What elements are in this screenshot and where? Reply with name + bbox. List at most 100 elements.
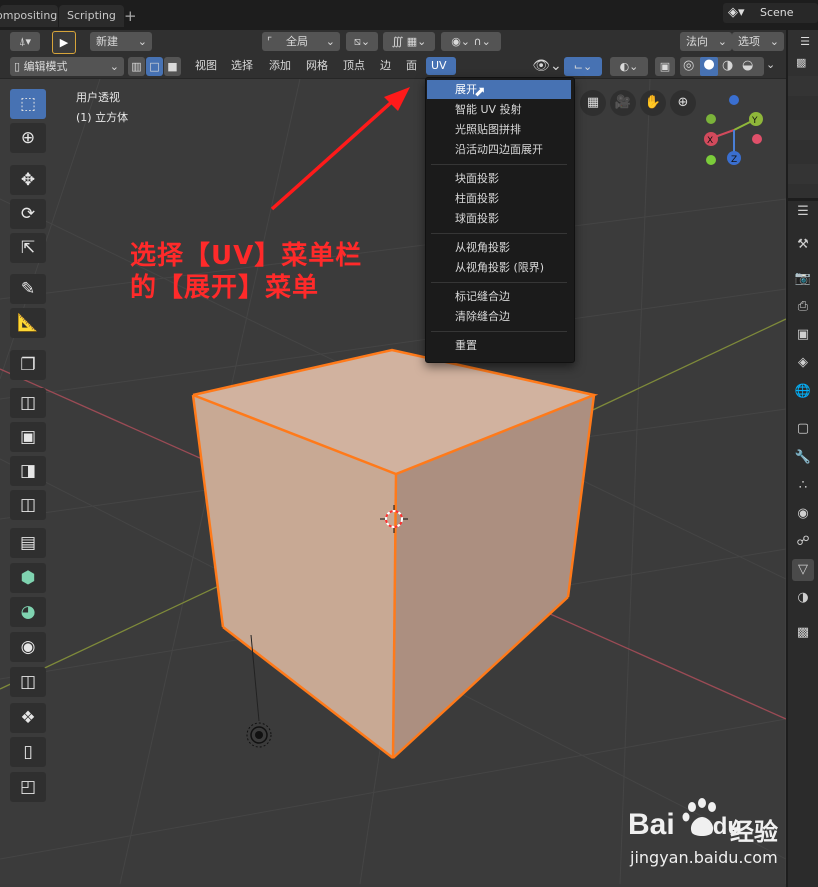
menu-item-reset[interactable]: 重置 <box>427 336 571 355</box>
3d-viewport[interactable]: X Y Z <box>0 79 786 884</box>
scale-tool-icon[interactable]: ⇱ <box>10 233 46 263</box>
loop-cut-tool-icon[interactable]: ◫ <box>10 490 46 520</box>
select-box-tool-icon[interactable]: ⬚ <box>10 89 46 119</box>
constraints-properties-icon[interactable]: ☍ <box>792 531 814 553</box>
add-cube-tool-icon[interactable]: ❐ <box>10 350 46 380</box>
tool-settings-icon[interactable]: ⚒ <box>792 234 814 256</box>
gizmo-neg-x-handle[interactable] <box>752 134 762 144</box>
menu-mesh[interactable]: 网格 <box>301 57 333 75</box>
particles-properties-icon[interactable]: ∴ <box>792 475 814 497</box>
menu-vertex[interactable]: 顶点 <box>338 57 370 75</box>
menu-edge[interactable]: 边 <box>375 57 396 75</box>
properties-editor-icon[interactable]: ☰ <box>792 201 814 223</box>
gizmo-neg-y-handle[interactable] <box>706 114 716 124</box>
menu-item-cube-projection[interactable]: 块面投影 <box>427 169 571 188</box>
normal-dropdown[interactable]: 法向 ⌄ <box>680 32 732 51</box>
xray-toggle-icon[interactable]: ▣ <box>655 57 675 76</box>
menu-item-unwrap[interactable]: 展开 <box>427 80 571 99</box>
mesh-data-properties-icon[interactable]: ▽ <box>792 559 814 581</box>
cube-mesh[interactable] <box>191 348 599 759</box>
wireframe-shading-icon[interactable]: ◎ <box>683 58 694 73</box>
view-layer-icon[interactable]: ▣ <box>792 324 814 346</box>
inset-faces-tool-icon[interactable]: ▣ <box>10 422 46 452</box>
bevel-tool-icon[interactable]: ◨ <box>10 456 46 486</box>
cursor-tool-icon[interactable]: ⊕ <box>10 123 46 153</box>
gizmo-toggle-icon[interactable]: ⌙⌄ <box>564 57 602 76</box>
menu-item-project-from-view-bounds[interactable]: 从视角投影 (限界) <box>427 258 571 277</box>
gizmo-neg-y2-handle[interactable] <box>706 155 716 165</box>
menu-item-sphere-projection[interactable]: 球面投影 <box>427 209 571 228</box>
rendered-shading-icon[interactable]: ◒ <box>742 58 753 73</box>
gizmo-neg-z-handle[interactable] <box>729 95 739 105</box>
annotation-line-1: 选择【UV】菜单栏 <box>130 241 363 271</box>
outliner-row[interactable] <box>788 164 818 184</box>
texture-properties-icon[interactable]: ▩ <box>792 622 814 644</box>
rip-region-tool-icon[interactable]: ◰ <box>10 772 46 802</box>
snap-dropdown[interactable]: ∭ ▦⌄ <box>383 32 435 51</box>
transform-orientation-dropdown[interactable]: ⌜ 全局 ⌄ <box>262 32 340 51</box>
modifier-properties-icon[interactable]: 🔧 <box>792 447 814 469</box>
measure-tool-icon[interactable]: 📐 <box>10 308 46 338</box>
overlays-icon[interactable]: ◐⌄ <box>610 57 648 76</box>
annotate-tool-icon[interactable]: ✎ <box>10 274 46 304</box>
menu-item-cylinder-projection[interactable]: 柱面投影 <box>427 189 571 208</box>
new-button[interactable]: 新建 ⌄ <box>90 32 152 51</box>
chevron-down-icon: ⌄ <box>769 35 779 48</box>
menu-item-follow-active-quads[interactable]: 沿活动四边面展开 <box>427 140 571 159</box>
menu-item-smart-uv-project[interactable]: 智能 UV 投射 <box>427 100 571 119</box>
pivot-point-dropdown[interactable]: ⧅⌄ <box>346 32 378 51</box>
object-properties-icon[interactable]: ▢ <box>792 418 814 440</box>
material-shading-icon[interactable]: ◑ <box>722 58 733 73</box>
move-tool-icon[interactable]: ✥ <box>10 165 46 195</box>
solid-shading-icon[interactable]: ● <box>700 57 718 76</box>
render-properties-icon[interactable]: 📷 <box>792 268 814 290</box>
knife-tool-icon[interactable]: ▤ <box>10 528 46 558</box>
menu-item-clear-seam[interactable]: 清除缝合边 <box>427 307 571 326</box>
material-properties-icon[interactable]: ◑ <box>792 587 814 609</box>
shading-options-chevron-icon[interactable]: ⌄ <box>766 58 775 71</box>
vertex-select-icon[interactable]: ▥ <box>128 57 145 76</box>
scene-properties-icon[interactable]: ◈ <box>792 352 814 374</box>
outliner-editor-icon[interactable]: ☰ <box>794 32 816 52</box>
zoom-icon[interactable]: ⊕ <box>670 90 696 116</box>
menu-face[interactable]: 面 <box>401 57 422 75</box>
edge-slide-tool-icon[interactable]: ◫ <box>10 667 46 697</box>
menu-uv[interactable]: UV <box>426 57 456 75</box>
extrude-tool-icon[interactable]: ◫ <box>10 388 46 418</box>
menu-select[interactable]: 选择 <box>226 57 258 75</box>
visibility-eye-icon[interactable]: 👁⌄ <box>532 56 562 76</box>
outliner-row[interactable] <box>788 120 818 140</box>
tab-scripting[interactable]: Scripting <box>59 5 124 27</box>
gizmo-x-label: X <box>707 136 713 146</box>
proportional-edit-dropdown[interactable]: ◉⌄ ∩⌄ <box>441 32 501 51</box>
rotate-tool-icon[interactable]: ⟳ <box>10 199 46 229</box>
select-tool-icon[interactable]: ▶ <box>52 31 76 54</box>
grid-view-icon[interactable]: ▦ <box>580 90 606 116</box>
menu-item-mark-seam[interactable]: 标记缝合边 <box>427 287 571 306</box>
options-dropdown[interactable]: 选项 ⌄ <box>732 32 784 51</box>
spin-tool-icon[interactable]: ◕ <box>10 597 46 627</box>
poly-build-tool-icon[interactable]: ⬢ <box>10 563 46 593</box>
physics-properties-icon[interactable]: ◉ <box>792 503 814 525</box>
shading-mode-group: ◎ ● ◑ ◒ <box>680 57 764 76</box>
face-select-icon[interactable]: ■ <box>164 57 181 76</box>
shear-tool-icon[interactable]: ▯ <box>10 737 46 767</box>
menu-view[interactable]: 视图 <box>190 57 222 75</box>
edge-select-icon[interactable]: □ <box>146 57 163 76</box>
tab-compositing[interactable]: ompositing <box>0 5 58 27</box>
camera-view-icon[interactable]: 🎥 <box>610 90 636 116</box>
smooth-tool-icon[interactable]: ◉ <box>10 632 46 662</box>
world-properties-icon[interactable]: 🌐 <box>792 381 814 403</box>
menu-item-lightmap-pack[interactable]: 光照贴图拼排 <box>427 120 571 139</box>
editor-type-button[interactable]: ⍋▾ <box>10 32 40 51</box>
pan-hand-icon[interactable]: ✋ <box>640 90 666 116</box>
output-properties-icon[interactable]: ⎙ <box>792 296 814 318</box>
menu-add[interactable]: 添加 <box>264 57 296 75</box>
outliner-row[interactable] <box>788 76 818 96</box>
add-workspace-button[interactable]: + <box>122 5 137 27</box>
orientation-icon: ⌜ <box>267 35 273 48</box>
mode-dropdown[interactable]: ▯ 编辑模式 ⌄ <box>10 57 124 76</box>
menu-item-project-from-view[interactable]: 从视角投影 <box>427 238 571 257</box>
navigation-gizmo[interactable]: X Y Z <box>704 95 763 165</box>
shrink-fatten-tool-icon[interactable]: ❖ <box>10 703 46 733</box>
